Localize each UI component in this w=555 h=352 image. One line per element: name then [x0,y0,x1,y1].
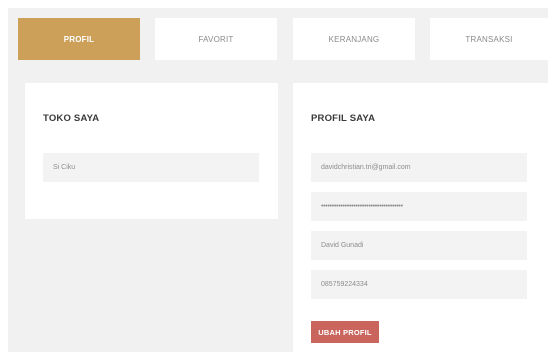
tab-profil-label: PROFIL [63,34,95,44]
email-field[interactable]: davidchristian.tri@gmail.com [311,153,527,182]
tab-transaksi-label: TRANSAKSI [465,34,513,44]
update-profile-button[interactable]: UBAH PROFIL [311,321,379,343]
shop-name-field[interactable]: Si Ciku [43,153,259,182]
tab-transaksi[interactable]: TRANSAKSI [430,18,548,60]
shop-card-title: TOKO SAYA [43,113,100,124]
tab-favorit-label: FAVORIT [198,34,234,44]
tab-favorit[interactable]: FAVORIT [155,18,277,60]
password-field[interactable]: •••••••••••••••••••••••••••••••••••••• [311,192,527,221]
tab-profil[interactable]: PROFIL [18,18,140,60]
shop-card: TOKO SAYA Si Ciku [25,83,278,219]
name-field[interactable]: David Gunadi [311,231,527,260]
page-background: PROFIL FAVORIT KERANJANG TRANSAKSI TOKO … [8,8,548,352]
tab-keranjang[interactable]: KERANJANG [293,18,415,60]
tab-keranjang-label: KERANJANG [328,34,380,44]
phone-field[interactable]: 085759224334 [311,270,527,299]
profile-card-title: PROFIL SAYA [311,113,376,124]
profile-card: PROFIL SAYA davidchristian.tri@gmail.com… [293,83,548,352]
